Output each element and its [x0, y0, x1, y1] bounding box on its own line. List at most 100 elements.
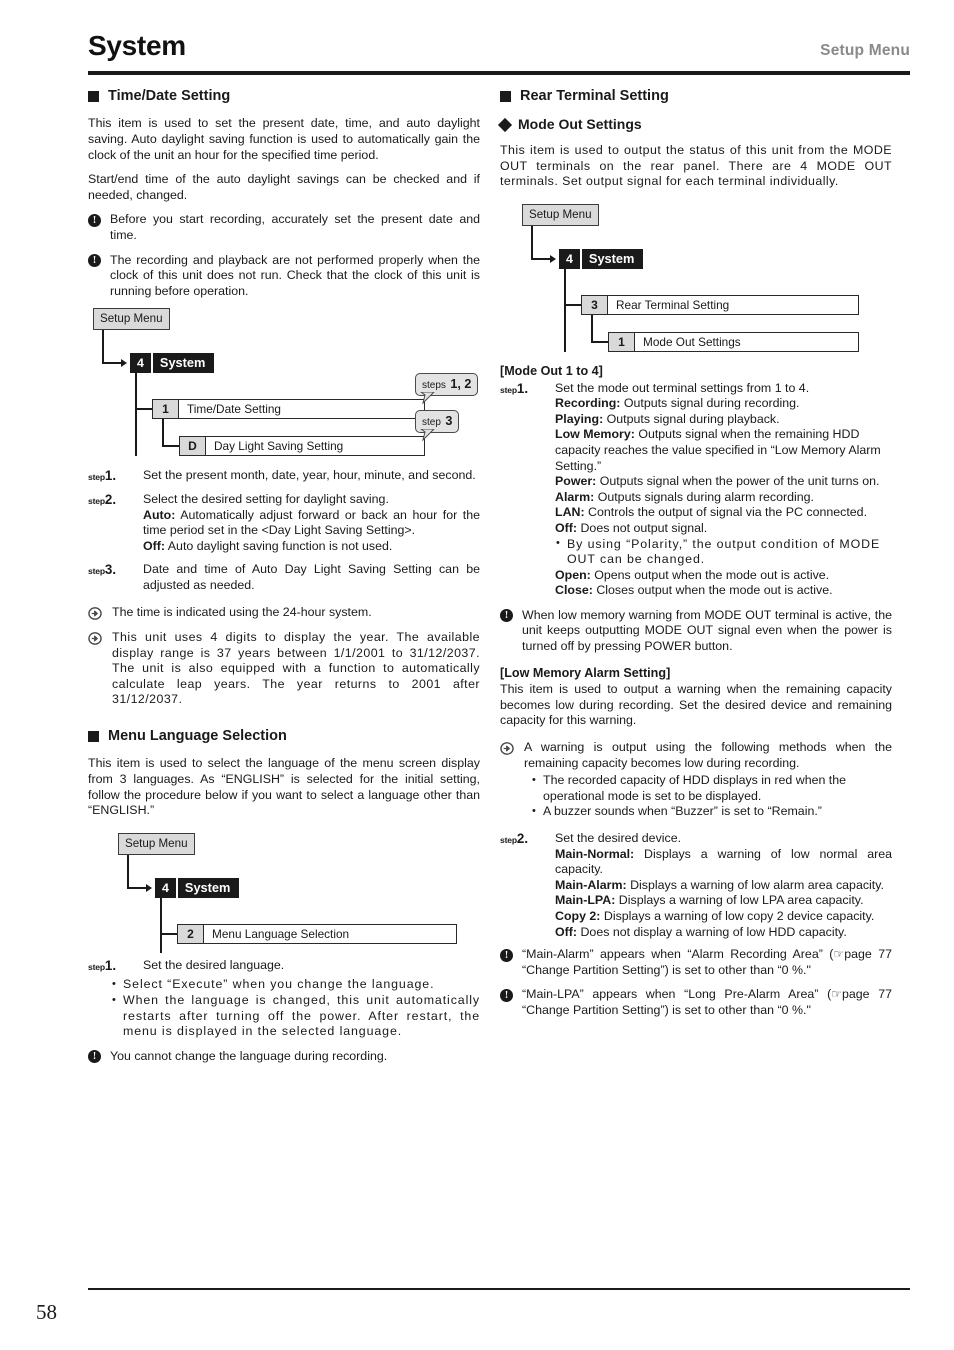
diagram-item-label: Mode Out Settings [643, 334, 741, 349]
memo-note-2: This unit uses 4 digits to display the y… [88, 630, 480, 708]
callout-number: 1, 2 [450, 377, 472, 392]
option-low-memory: Low Memory: Outputs signal when the rema… [555, 427, 892, 474]
diagram-system-number: 4 [559, 248, 582, 269]
note-text: You cannot change the language during re… [110, 1048, 388, 1063]
option-alarm: Alarm: Outputs signals during alarm reco… [555, 490, 892, 506]
diagram-item-rear-terminal: 3 Rear Terminal Setting [581, 294, 859, 315]
diagram-system-row: 4 System [559, 248, 644, 269]
option-label: Power: [555, 474, 597, 489]
diagram-connector [135, 373, 137, 457]
diagram-item-time-date-setting: 1 Time/Date Setting [152, 399, 425, 420]
callout-word: step [422, 417, 441, 429]
option-label: Main-Alarm: [555, 877, 627, 892]
step-text: Set the present month, date, year, hour,… [143, 468, 476, 483]
step-3-time-date: step3. Date and time of Auto Day Light S… [88, 562, 480, 593]
diagram-connector [162, 419, 164, 448]
option-recording: Recording: Outputs signal during recordi… [555, 396, 892, 412]
step-1-mode-out: step1. Set the mode out terminal setting… [500, 381, 892, 599]
diagram-arrow-icon [550, 254, 556, 263]
memo-text: This unit uses 4 digits to display the y… [112, 630, 480, 707]
option-text: Does not display a warning of low HDD ca… [580, 924, 847, 939]
menu-language-bullets: Select “Execute” when you change the lan… [111, 977, 480, 1039]
diagram-system-name: System [152, 353, 215, 374]
caution-note-main-alarm: ! “Main-Alarm” appears when “Alarm Recor… [500, 947, 892, 978]
diagram-item-label: Rear Terminal Setting [616, 297, 730, 312]
step-2-device: step2. Set the desired device. Main-Norm… [500, 831, 892, 940]
step-label: step1. [88, 958, 136, 976]
diagram-item-key: 1 [153, 400, 179, 419]
option-text: Does not output signal. [580, 520, 708, 535]
step-word: step [88, 566, 105, 577]
diagram-connector [127, 886, 147, 889]
step-label: step1. [88, 468, 136, 486]
step-option-auto: Auto: Automatically adjust forward or ba… [143, 508, 480, 539]
callout-tail-icon [420, 429, 435, 442]
step-number: 1. [104, 957, 117, 973]
option-label: Off: [555, 520, 578, 535]
option-text: Displays a warning of low copy 2 device … [603, 908, 875, 923]
diagram-item-label: Menu Language Selection [212, 926, 350, 941]
option-copy-2: Copy 2: Displays a warning of low copy 2… [555, 909, 892, 925]
mode-out-range-heading: [Mode Out 1 to 4] [500, 363, 603, 378]
step-number: 2. [516, 831, 529, 846]
step-label: step2. [88, 492, 136, 510]
page-number: 58 [36, 1300, 57, 1324]
option-label: Auto: [143, 507, 176, 522]
option-main-alarm: Main-Alarm: Displays a warning of low al… [555, 878, 892, 894]
diagram-setup-menu-box: Setup Menu [93, 308, 170, 331]
option-off: Off: Does not output signal. [555, 521, 892, 537]
option-text: Controls the output of signal via the PC… [588, 505, 868, 520]
step-2-time-date: step2. Select the desired setting for da… [88, 492, 480, 554]
diagram-item-label: Time/Date Setting [187, 402, 281, 417]
memo-arrow-icon [88, 607, 102, 621]
mode-out-intro: This item is used to output the status o… [500, 143, 892, 189]
diagram-connector [160, 897, 162, 953]
square-bullet-icon [88, 731, 99, 743]
memo-note-warning: A warning is output using the following … [500, 740, 892, 771]
polarity-bullets: By using “Polarity,” the output conditio… [555, 536, 892, 568]
option-label: Low Memory: [555, 427, 635, 442]
diagram-connector [127, 854, 129, 888]
diagram-system-number: 4 [130, 353, 153, 374]
step-number: 2. [104, 491, 117, 507]
diagram-system-row: 4 System [155, 877, 240, 898]
diagram-setup-menu-box: Setup Menu [118, 832, 195, 855]
option-off-hdd: Off: Does not display a warning of low H… [555, 925, 892, 941]
option-main-normal: Main-Normal: Displays a warning of low n… [555, 847, 892, 878]
option-label: Open: [555, 567, 591, 582]
list-item: By using “Polarity,” the output conditio… [555, 536, 892, 568]
step-number: 1. [104, 468, 117, 484]
diagram-system-number: 4 [155, 877, 178, 898]
low-memory-alarm-intro: This item is used to output a warning wh… [500, 682, 892, 728]
diamond-bullet-icon [497, 117, 513, 132]
list-item: The recorded capacity of HDD displays in… [531, 773, 892, 804]
option-text: Displays a warning of low LPA area capac… [618, 893, 864, 908]
reference-hand-icon: ☞ [833, 947, 845, 962]
list-item: A buzzer sounds when “Buzzer” is set to … [531, 804, 892, 820]
option-text: Automatically adjust forward or back an … [143, 507, 480, 538]
diagram-item-key: 1 [609, 332, 635, 351]
step-text: Set the mode out terminal settings from … [555, 380, 810, 395]
step-word: step [500, 835, 517, 845]
low-memory-alarm-heading: [Low Memory Alarm Setting] [500, 665, 671, 680]
diagram-connector [102, 330, 104, 364]
exclamation-icon: ! [88, 254, 101, 268]
exclamation-icon: ! [88, 213, 101, 227]
step-1-time-date: step1. Set the present month, date, year… [88, 468, 480, 484]
option-lan: LAN: Controls the output of signal via t… [555, 505, 892, 521]
step-1-menu-language: step1. Set the desired language. [88, 958, 480, 974]
heading-text: Time/Date Setting [108, 88, 231, 104]
diagram-item-key: 2 [178, 924, 204, 943]
option-text: Outputs signals during alarm recording. [597, 489, 814, 504]
option-power: Power: Outputs signal when the power of … [555, 474, 892, 490]
option-label: Recording: [555, 396, 621, 411]
diagram-item-day-light-saving: D Day Light Saving Setting [179, 436, 425, 457]
option-text: Displays a warning of low alarm area cap… [630, 877, 884, 892]
option-label: LAN: [555, 505, 585, 520]
step-label: step3. [88, 562, 136, 580]
callout-tail-icon [420, 392, 435, 405]
callout-number: 3 [445, 414, 453, 429]
step-text: Date and time of Auto Day Light Saving S… [143, 562, 480, 592]
diagram-connector [591, 314, 593, 343]
left-column: Time/Date Setting This item is used to s… [88, 88, 480, 1073]
